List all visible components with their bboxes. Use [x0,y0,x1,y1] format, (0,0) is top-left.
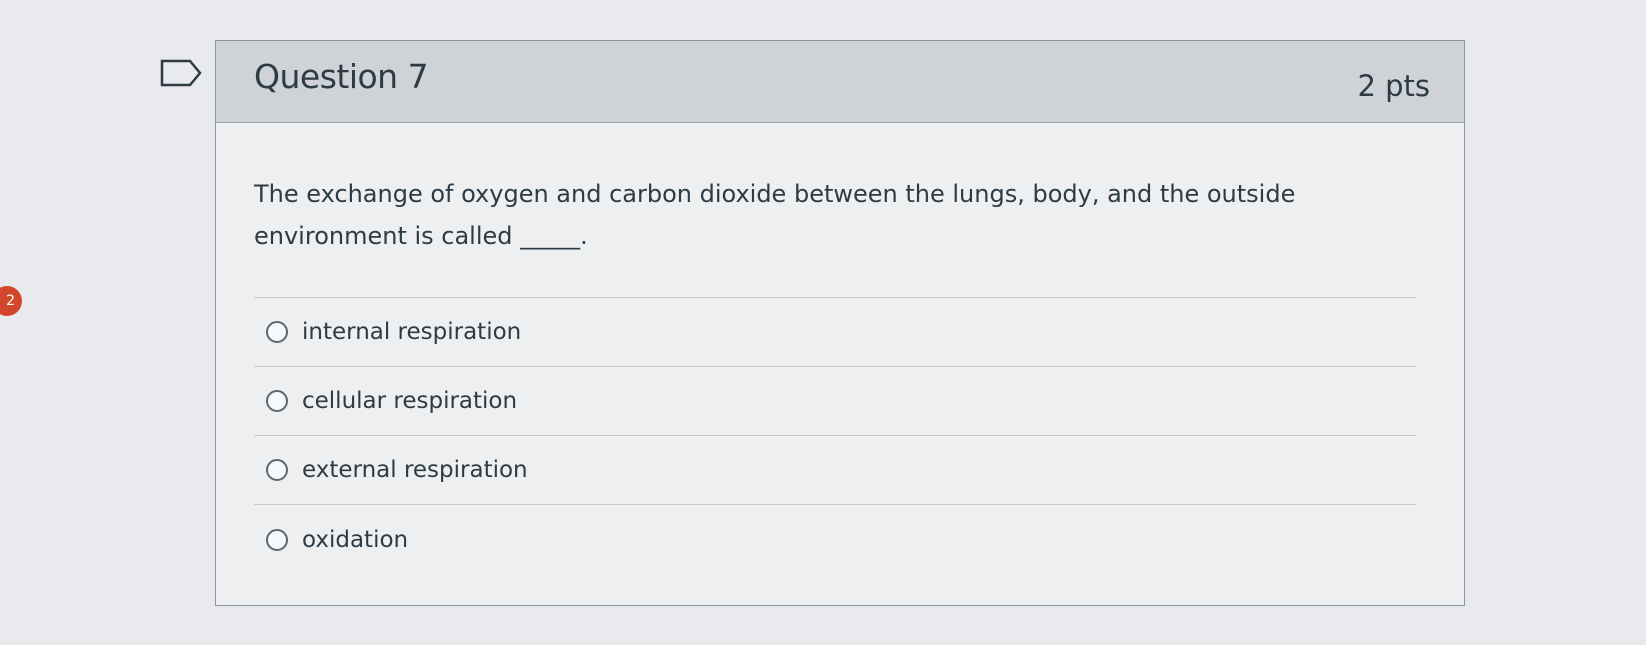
question-card: Question 7 2 pts The exchange of oxygen … [215,40,1465,606]
radio-unselected-icon[interactable] [266,459,288,481]
question-number-badge: 2 [0,286,22,316]
answer-list: internal respiration cellular respiratio… [254,297,1416,574]
answer-option[interactable]: external respiration [254,436,1416,505]
answer-label[interactable]: external respiration [302,457,528,483]
answer-label[interactable]: internal respiration [302,319,521,345]
answer-label[interactable]: cellular respiration [302,388,517,414]
answer-option[interactable]: oxidation [254,505,1416,574]
answer-option[interactable]: cellular respiration [254,367,1416,436]
question-title: Question 7 [254,57,429,96]
radio-unselected-icon[interactable] [266,321,288,343]
question-header: Question 7 2 pts [216,41,1464,123]
question-text: The exchange of oxygen and carbon dioxid… [254,180,1296,250]
question-points: 2 pts [1357,69,1430,103]
answer-label[interactable]: oxidation [302,527,408,553]
answer-option[interactable]: internal respiration [254,298,1416,367]
radio-unselected-icon[interactable] [266,528,288,551]
radio-unselected-icon[interactable] [266,390,288,412]
flag-question-icon[interactable] [160,58,204,88]
